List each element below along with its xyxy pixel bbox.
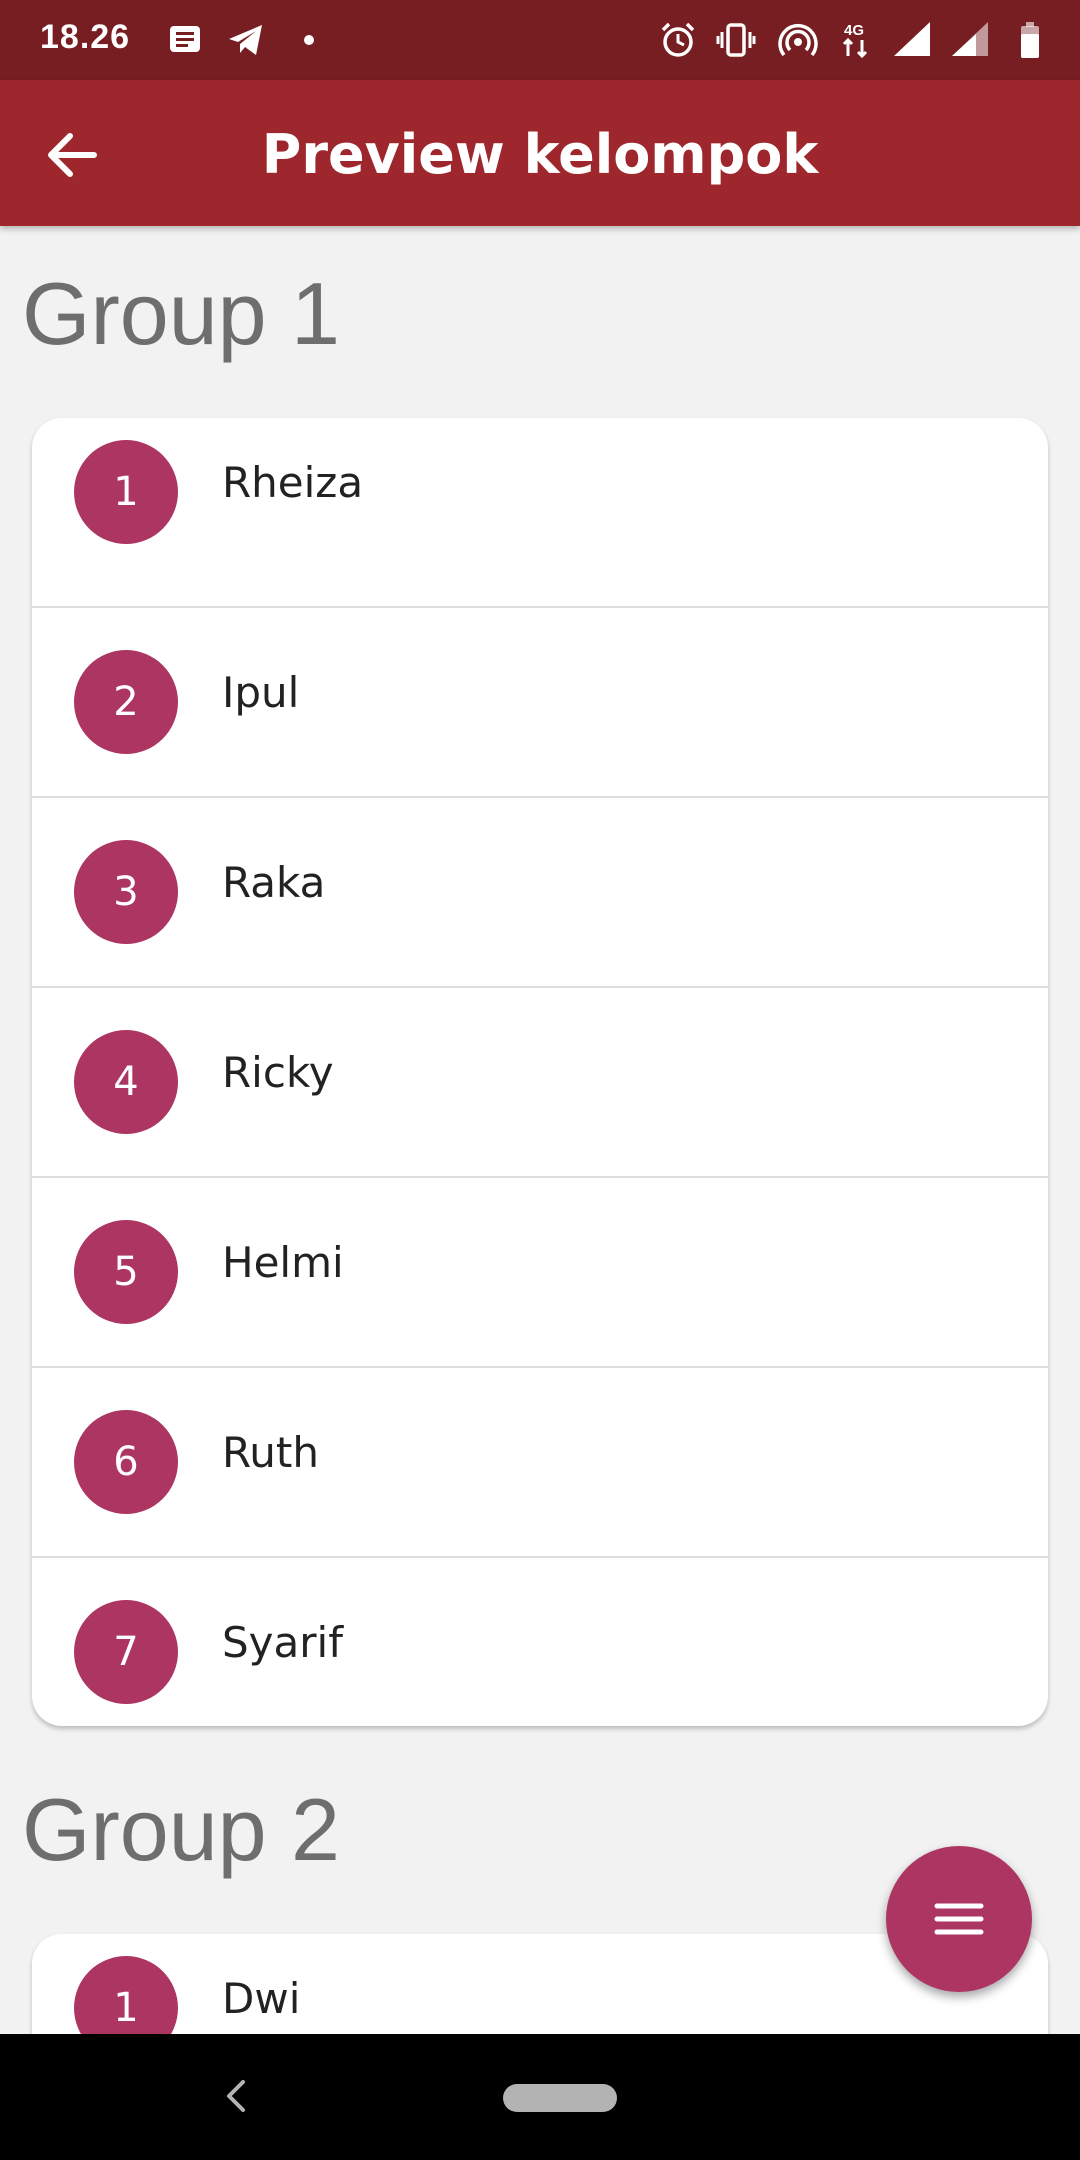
- member-row[interactable]: 6 Ruth: [32, 1368, 1048, 1558]
- menu-fab-button[interactable]: [886, 1846, 1032, 1992]
- member-number-badge: 4: [74, 1030, 178, 1134]
- group-preview-list[interactable]: Group 1 1 Rheiza 2 Ipul 3 Raka 4 Ricky 5…: [0, 226, 1080, 2034]
- group-title: Group 2: [22, 1780, 340, 1879]
- telegram-icon: [229, 25, 262, 55]
- nav-home-pill[interactable]: [503, 2084, 617, 2112]
- member-name: Syarif: [222, 1618, 343, 1667]
- member-name: Dwi: [222, 1974, 301, 2023]
- member-number-badge: 1: [74, 1956, 178, 2034]
- member-row[interactable]: 2 Ipul: [32, 608, 1048, 798]
- member-number-badge: 6: [74, 1410, 178, 1514]
- member-name: Helmi: [222, 1238, 344, 1287]
- group-card: 1 Rheiza 2 Ipul 3 Raka 4 Ricky 5 Helmi 6…: [32, 418, 1048, 1726]
- member-number-badge: 3: [74, 840, 178, 944]
- alarm-icon: [661, 22, 695, 57]
- signal-icon-2: [952, 22, 988, 56]
- member-name: Ricky: [222, 1048, 334, 1097]
- message-icon: [170, 26, 200, 52]
- status-time: 18.26: [40, 18, 131, 56]
- member-name: Ipul: [222, 668, 300, 717]
- 4g-icon: 4G: [842, 22, 868, 59]
- member-row[interactable]: 3 Raka: [32, 798, 1048, 988]
- vibrate-icon: [716, 23, 756, 57]
- member-row[interactable]: 5 Helmi: [32, 1178, 1048, 1368]
- menu-icon: [934, 1903, 984, 1935]
- member-number-badge: 2: [74, 650, 178, 754]
- dot-icon: [304, 35, 314, 45]
- status-bar: 18.26 4G: [0, 0, 1080, 80]
- battery-icon: [1021, 22, 1039, 58]
- group-title: Group 1: [22, 264, 340, 363]
- signal-icon: [894, 22, 930, 56]
- member-number-badge: 7: [74, 1600, 178, 1704]
- member-number-badge: 1: [74, 440, 178, 544]
- app-bar: Preview kelompok: [0, 80, 1080, 226]
- member-row[interactable]: 7 Syarif: [32, 1558, 1048, 1726]
- member-name: Ruth: [222, 1428, 320, 1477]
- nav-back-icon[interactable]: [215, 2074, 255, 2118]
- member-name: Rheiza: [222, 458, 364, 507]
- member-name: Raka: [222, 858, 326, 907]
- system-nav-bar: [0, 2034, 1080, 2160]
- member-row[interactable]: 4 Ricky: [32, 988, 1048, 1178]
- member-row[interactable]: 1 Rheiza: [32, 418, 1048, 608]
- svg-text:4G: 4G: [844, 22, 864, 39]
- hotspot-icon: [778, 24, 818, 57]
- page-title: Preview kelompok: [261, 123, 819, 186]
- member-number-badge: 5: [74, 1220, 178, 1324]
